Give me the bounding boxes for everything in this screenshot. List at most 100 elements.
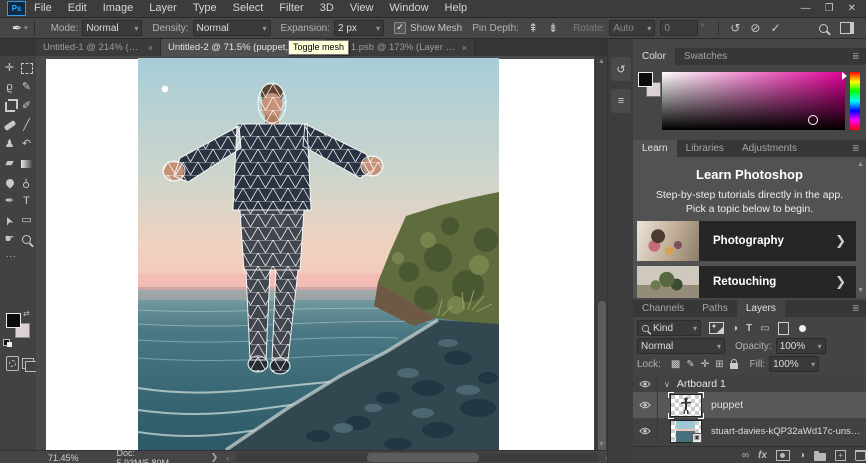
add-layer-mask-icon[interactable] <box>775 450 790 461</box>
tool-preset-caret[interactable]: ▾ <box>24 24 28 32</box>
quick-mask-icon[interactable] <box>6 356 19 371</box>
gradient-tool[interactable] <box>18 154 35 173</box>
minimize-button[interactable]: — <box>801 3 811 14</box>
crop-tool[interactable] <box>1 97 18 116</box>
filter-smart-objects-icon[interactable] <box>777 321 789 335</box>
pin-depth-up-button[interactable]: ⇞ <box>523 21 543 35</box>
screen-mode-icon[interactable] <box>22 358 37 372</box>
tab-swatches[interactable]: Swatches <box>675 48 736 65</box>
quick-selection-tool[interactable]: ✎ <box>18 78 35 97</box>
foreground-color-swatch[interactable] <box>638 72 653 87</box>
foreground-color-swatch[interactable] <box>6 313 21 328</box>
status-flyout-icon[interactable]: ❯ <box>211 452 219 463</box>
pin-depth-down-button[interactable]: ⇟ <box>543 21 563 35</box>
puppet-pin[interactable] <box>161 85 169 93</box>
lock-position-icon[interactable]: ✛ <box>701 359 709 370</box>
tutorial-card-photography[interactable]: Photography ❯ <box>637 221 856 261</box>
puppet-warp-pin-icon[interactable]: ✒ <box>12 21 22 35</box>
new-adjustment-layer-icon[interactable]: ◑ <box>799 450 805 461</box>
menu-window[interactable]: Window <box>381 0 436 17</box>
zoom-tool[interactable] <box>18 230 35 249</box>
menu-select[interactable]: Select <box>225 0 272 17</box>
density-dropdown[interactable]: Normal ▾ <box>192 20 271 36</box>
puppet-layer-thumbnail[interactable] <box>668 391 704 419</box>
lock-artboard-icon[interactable]: ⊞ <box>715 359 723 370</box>
filter-toggle-icon[interactable] <box>798 324 806 332</box>
menu-file[interactable]: File <box>26 0 60 17</box>
tab-adjustments[interactable]: Adjustments <box>733 140 806 157</box>
tab-learn[interactable]: Learn <box>633 140 677 157</box>
tab-libraries[interactable]: Libraries <box>677 140 733 157</box>
lock-transparency-icon[interactable]: ▩ <box>671 359 680 370</box>
menu-edit[interactable]: Edit <box>60 0 95 17</box>
rectangular-marquee-tool[interactable] <box>18 59 35 78</box>
layer-row-unsplash[interactable]: ▣ stuart-davies-kQP32aWd17c-unsplash <box>633 418 866 444</box>
filter-shape-layers-icon[interactable]: ▭ <box>760 323 769 334</box>
menu-help[interactable]: Help <box>437 0 476 17</box>
clone-stamp-tool[interactable]: ♟ <box>1 135 18 154</box>
menu-layer[interactable]: Layer <box>141 0 185 17</box>
visibility-eye-icon[interactable] <box>633 380 657 388</box>
move-tool[interactable]: ✛ <box>1 59 18 78</box>
scroll-left-icon[interactable]: ‹ <box>226 453 229 463</box>
zoom-level-field[interactable]: 71.45% <box>48 453 79 463</box>
history-brush-tool[interactable]: ↶ <box>18 135 35 154</box>
commit-warp-icon[interactable]: ✓ <box>765 21 785 35</box>
panel-menu-icon[interactable]: ≣ <box>852 140 862 157</box>
photo-layer[interactable] <box>138 58 499 450</box>
type-tool[interactable]: T <box>18 192 35 211</box>
restore-button[interactable]: ❐ <box>825 3 834 14</box>
eyedropper-tool[interactable]: ✐ <box>18 97 35 116</box>
panel-menu-icon[interactable]: ≣ <box>852 300 862 317</box>
scroll-up-icon[interactable]: ▲ <box>598 58 605 65</box>
panel-menu-icon[interactable]: ≣ <box>852 48 862 65</box>
tab-close-icon[interactable]: × <box>148 43 153 53</box>
filter-pixel-layers-icon[interactable] <box>709 322 724 334</box>
reset-pins-icon[interactable]: ↺ <box>725 21 745 35</box>
rectangle-tool[interactable]: ▭ <box>18 211 35 230</box>
swap-colors-icon[interactable]: ⇄ <box>23 309 30 318</box>
tutorial-card-retouching[interactable]: Retouching ❯ <box>637 266 856 298</box>
layer-effects-icon[interactable]: fx <box>758 450 767 461</box>
layer-row-artboard[interactable]: ∨ Artboard 1 <box>633 376 866 392</box>
pen-tool[interactable]: ✒ <box>1 192 18 211</box>
horizontal-scrollbar-thumb[interactable] <box>367 453 480 462</box>
tab-layers[interactable]: Layers <box>736 300 785 317</box>
canvas-area[interactable] <box>36 56 595 450</box>
fill-field[interactable]: 100% ▾ <box>769 356 820 372</box>
lasso-tool[interactable]: ϱ <box>1 78 18 97</box>
brush-tool[interactable]: ╱ <box>18 116 35 135</box>
tab-layer1-psb[interactable]: yer 1.psb @ 173% (Layer 1, RGB/8#) *× <box>328 39 475 56</box>
new-group-icon[interactable] <box>814 450 826 461</box>
cancel-warp-icon[interactable]: ⊘ <box>745 21 765 35</box>
filter-adjustment-layers-icon[interactable]: ◑ <box>732 323 738 334</box>
close-button[interactable]: ✕ <box>848 3 856 14</box>
visibility-eye-icon[interactable] <box>633 427 657 435</box>
delete-layer-icon[interactable] <box>855 450 866 461</box>
menu-filter[interactable]: Filter <box>271 0 311 17</box>
search-icon[interactable] <box>819 23 828 33</box>
visibility-eye-icon[interactable] <box>633 401 657 409</box>
tab-untitled-1[interactable]: Untitled-1 @ 214% (RGB/8) *× <box>36 39 161 56</box>
menu-image[interactable]: Image <box>95 0 142 17</box>
path-selection-tool[interactable]: ➤ <box>1 211 18 230</box>
show-mesh-checkbox[interactable]: ✓ <box>393 22 406 34</box>
filter-type-layers-icon[interactable]: T <box>746 323 752 334</box>
color-picker-cursor[interactable] <box>808 115 818 125</box>
menu-view[interactable]: View <box>342 0 382 17</box>
default-colors-icon[interactable] <box>3 339 12 347</box>
vertical-scrollbar-thumb[interactable] <box>598 301 606 463</box>
edit-toolbar-icon[interactable]: ... <box>0 249 36 259</box>
chevron-down-icon[interactable]: ∨ <box>664 380 670 389</box>
lock-all-icon[interactable] <box>729 358 738 369</box>
opacity-field[interactable]: 100% ▾ <box>775 338 826 354</box>
tab-color[interactable]: Color <box>633 48 675 65</box>
hue-slider[interactable] <box>850 72 860 130</box>
lock-pixels-icon[interactable]: ✎ <box>686 359 694 370</box>
eraser-tool[interactable]: ▰ <box>1 154 18 173</box>
link-layers-icon[interactable]: ∞ <box>742 450 749 461</box>
hand-tool[interactable]: ☛ <box>1 230 18 249</box>
spot-healing-brush-tool[interactable] <box>1 116 18 135</box>
history-panel-icon[interactable]: ↺ <box>611 57 631 81</box>
blend-mode-dropdown[interactable]: Normal ▾ <box>637 338 725 354</box>
